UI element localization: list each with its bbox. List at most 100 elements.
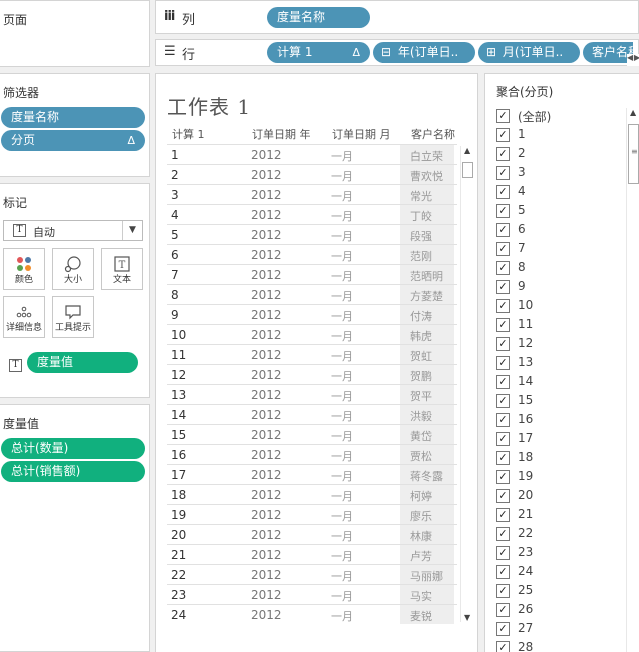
chevron-left-icon[interactable]: ◀ <box>627 53 633 62</box>
table-row[interactable]: 20 2012 一月 林康 <box>167 524 457 544</box>
checkbox-checked-icon[interactable]: ✓ <box>496 128 510 142</box>
filter-item-label: 13 <box>518 355 534 369</box>
cell-customer-name: 韩虎 <box>400 325 454 344</box>
checkbox-checked-icon[interactable]: ✓ <box>496 622 510 636</box>
checkbox-checked-icon[interactable]: ✓ <box>496 508 510 522</box>
rows-shelf[interactable]: ☰ 行 计算 1 Δ ⊟ 年(订单日.. ⊞ 月(订单日.. 客户名称 ◀ ▶ <box>155 39 639 66</box>
table-row[interactable]: 1 2012 一月 白立荣 <box>167 144 457 164</box>
mark-type-select[interactable]: T 自动 ▼ <box>3 220 143 241</box>
table-row[interactable]: 9 2012 一月 付涛 <box>167 304 457 324</box>
checkbox-checked-icon[interactable]: ✓ <box>496 223 510 237</box>
table-row[interactable]: 4 2012 一月 丁皎 <box>167 204 457 224</box>
checkbox-checked-icon[interactable]: ✓ <box>496 375 510 389</box>
checkbox-checked-icon[interactable]: ✓ <box>496 318 510 332</box>
chevron-down-icon[interactable]: ▼ <box>122 221 142 240</box>
columns-shelf[interactable]: iii 列 度量名称 <box>155 0 639 34</box>
cell-customer-name: 常光 <box>400 185 454 204</box>
table-row[interactable]: 8 2012 一月 方菱楚 <box>167 284 457 304</box>
checkbox-checked-icon[interactable]: ✓ <box>496 470 510 484</box>
scroll-up-icon[interactable]: ▲ <box>464 146 470 155</box>
checkbox-checked-icon[interactable]: ✓ <box>496 185 510 199</box>
checkbox-checked-icon[interactable]: ✓ <box>496 261 510 275</box>
checkbox-checked-icon[interactable]: ✓ <box>496 109 510 123</box>
checkbox-checked-icon[interactable]: ✓ <box>496 603 510 617</box>
scrollbar-thumb[interactable]: ≡ <box>628 124 639 184</box>
measure-pill-sales[interactable]: 总计(销售额) <box>1 461 145 482</box>
checkbox-checked-icon[interactable]: ✓ <box>496 584 510 598</box>
table-row[interactable]: 14 2012 一月 洪毅 <box>167 404 457 424</box>
table-row[interactable]: 10 2012 一月 韩虎 <box>167 324 457 344</box>
row-pill-calc1[interactable]: 计算 1 Δ <box>267 42 370 63</box>
tooltip-button[interactable]: 工具提示 <box>52 296 94 338</box>
table-row[interactable]: 12 2012 一月 贺鹏 <box>167 364 457 384</box>
cell-customer-name: 范刚 <box>400 245 454 264</box>
cell-order-year: 2012 <box>251 228 282 242</box>
filter-pill-pagination[interactable]: 分页 Δ <box>1 130 145 151</box>
column-pill-measure-names[interactable]: 度量名称 <box>267 7 370 28</box>
measure-pill-quantity[interactable]: 总计(数量) <box>1 438 145 459</box>
scrollbar-thumb[interactable] <box>462 162 473 178</box>
cell-calc1: 18 <box>171 488 187 502</box>
table-row[interactable]: 11 2012 一月 贺虹 <box>167 344 457 364</box>
text-button[interactable]: T 文本 <box>101 248 143 290</box>
table-row[interactable]: 17 2012 一月 蒋冬露 <box>167 464 457 484</box>
checkbox-checked-icon[interactable]: ✓ <box>496 413 510 427</box>
checkbox-checked-icon[interactable]: ✓ <box>496 394 510 408</box>
cell-calc1: 1 <box>171 148 179 162</box>
table-row[interactable]: 24 2012 一月 麦锐 <box>167 604 457 624</box>
table-row[interactable]: 16 2012 一月 贾松 <box>167 444 457 464</box>
cell-calc1: 22 <box>171 568 187 582</box>
checkbox-checked-icon[interactable]: ✓ <box>496 147 510 161</box>
checkbox-checked-icon[interactable]: ✓ <box>496 166 510 180</box>
header-order-year[interactable]: 订单日期 年 <box>252 126 311 142</box>
filter-pill-measure-names[interactable]: 度量名称 <box>1 107 145 128</box>
checkbox-checked-icon[interactable]: ✓ <box>496 337 510 351</box>
table-row[interactable]: 15 2012 一月 黄岱 <box>167 424 457 444</box>
checkbox-checked-icon[interactable]: ✓ <box>496 432 510 446</box>
row-pill-order-month[interactable]: ⊞ 月(订单日.. <box>478 42 580 63</box>
checkbox-checked-icon[interactable]: ✓ <box>496 546 510 560</box>
table-row[interactable]: 19 2012 一月 廖乐 <box>167 504 457 524</box>
checkbox-checked-icon[interactable]: ✓ <box>496 641 510 652</box>
pages-card[interactable]: 页面 <box>0 0 150 67</box>
table-row[interactable]: 7 2012 一月 范晒明 <box>167 264 457 284</box>
checkbox-checked-icon[interactable]: ✓ <box>496 565 510 579</box>
table-row[interactable]: 21 2012 一月 卢芳 <box>167 544 457 564</box>
filter-item-label: 4 <box>518 184 526 198</box>
checkbox-checked-icon[interactable]: ✓ <box>496 204 510 218</box>
checkbox-checked-icon[interactable]: ✓ <box>496 242 510 256</box>
checkbox-checked-icon[interactable]: ✓ <box>496 489 510 503</box>
table-row[interactable]: 5 2012 一月 段强 <box>167 224 457 244</box>
table-row[interactable]: 6 2012 一月 范刚 <box>167 244 457 264</box>
table-row[interactable]: 23 2012 一月 马实 <box>167 584 457 604</box>
size-button[interactable]: 大小 <box>52 248 94 290</box>
table-row[interactable]: 3 2012 一月 常光 <box>167 184 457 204</box>
filter-item-label: 16 <box>518 412 534 426</box>
header-order-month[interactable]: 订单日期 月 <box>332 126 391 142</box>
checkbox-checked-icon[interactable]: ✓ <box>496 280 510 294</box>
scroll-up-icon[interactable]: ▲ <box>630 108 636 117</box>
chevron-right-icon[interactable]: ▶ <box>634 53 639 62</box>
cell-order-year: 2012 <box>251 348 282 362</box>
detail-button[interactable]: 详细信息 <box>3 296 45 338</box>
checkbox-checked-icon[interactable]: ✓ <box>496 299 510 313</box>
header-calc1[interactable]: 计算 1 <box>172 126 205 142</box>
measure-values-card: 度量值 总计(数量) 总计(销售额) <box>0 404 150 652</box>
row-pill-customer-name[interactable]: 客户名称 <box>583 42 633 63</box>
mark-pill-measure-values[interactable]: 度量值 <box>27 352 138 373</box>
color-button[interactable]: 颜色 <box>3 248 45 290</box>
checkbox-checked-icon[interactable]: ✓ <box>496 527 510 541</box>
table-row[interactable]: 18 2012 一月 柯婷 <box>167 484 457 504</box>
filter-item-label: 6 <box>518 222 526 236</box>
scroll-down-icon[interactable]: ▼ <box>464 613 470 622</box>
checkbox-checked-icon[interactable]: ✓ <box>496 451 510 465</box>
table-scrollbar[interactable]: ▲ ▼ <box>460 146 474 622</box>
shelf-scroll-arrows[interactable]: ◀ ▶ <box>627 53 639 66</box>
checkbox-checked-icon[interactable]: ✓ <box>496 356 510 370</box>
row-pill-order-year[interactable]: ⊟ 年(订单日.. <box>373 42 475 63</box>
table-row[interactable]: 13 2012 一月 贺平 <box>167 384 457 404</box>
header-customer-name[interactable]: 客户名称 <box>411 126 457 142</box>
table-row[interactable]: 22 2012 一月 马丽娜 <box>167 564 457 584</box>
filter-scrollbar[interactable]: ▲ ≡ <box>626 108 639 652</box>
table-row[interactable]: 2 2012 一月 曹欢悦 <box>167 164 457 184</box>
